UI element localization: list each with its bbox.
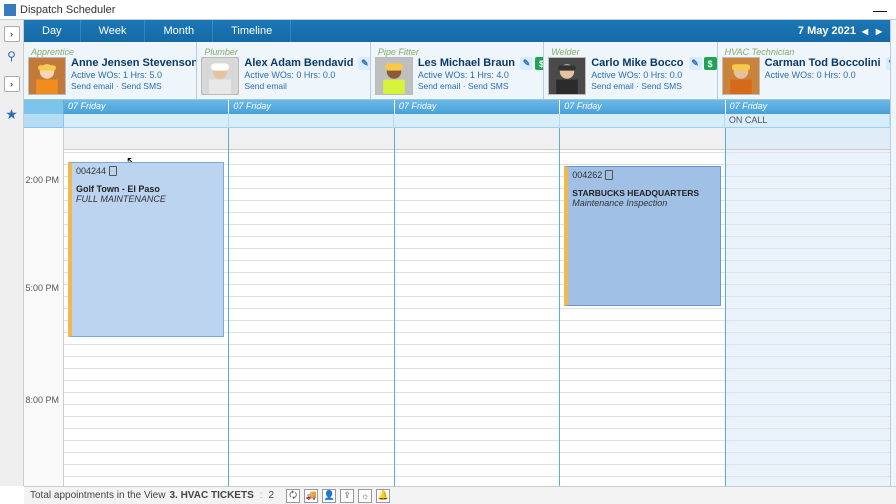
schedule-grid: 2:00 PM 5:00 PM 8:00 PM ↖ 004244 Golf To…	[24, 128, 890, 486]
tech-actions[interactable]: Send email · Send SMS	[71, 81, 192, 91]
role-label: Welder	[551, 47, 579, 57]
day-header: 07 Friday	[229, 100, 394, 114]
tech-stats: Active WOs: 1 Hrs: 5.0	[71, 70, 192, 80]
toolbar-date: 7 May 2021	[798, 25, 856, 37]
tech-stats: Active WOs: 1 Hrs: 4.0	[418, 70, 515, 80]
date-next-button[interactable]: ▶	[874, 27, 884, 36]
rail-expand-mid[interactable]: ›	[4, 76, 20, 92]
tech-stats: Active WOs: 0 Hrs: 0.0	[591, 70, 683, 80]
rail-expand-top[interactable]: ›	[4, 26, 20, 42]
avatar	[201, 57, 239, 95]
time-label: 2:00 PM	[25, 175, 59, 185]
favorites-icon[interactable]: ★	[4, 106, 20, 122]
appointment-block[interactable]: 004262 STARBUCKS HEADQUARTERS Maintenanc…	[564, 166, 720, 306]
schedule-column[interactable]	[229, 128, 394, 486]
rate-icon[interactable]: $	[704, 57, 717, 70]
view-timeline-button[interactable]: Timeline	[213, 20, 291, 42]
app-icon	[4, 4, 16, 16]
time-label: 8:00 PM	[25, 395, 59, 405]
schedule-column[interactable]	[726, 128, 890, 486]
appointment-desc: FULL MAINTENANCE	[76, 194, 219, 204]
technician-card[interactable]: Plumber Alex Adam Bendavid Active WOs: 0…	[197, 42, 370, 99]
phone-icon	[605, 170, 613, 180]
day-header: 07 Friday	[560, 100, 725, 114]
note-icon[interactable]: ✎	[520, 57, 533, 70]
phone-icon	[109, 166, 117, 176]
status-refresh-icon[interactable]: 🗘	[286, 489, 300, 503]
status-export-icon[interactable]: ⇪	[340, 489, 354, 503]
role-label: HVAC Technician	[725, 47, 795, 57]
minimize-button[interactable]: —	[868, 3, 892, 17]
oncall-cell[interactable]: ON CALL	[725, 114, 890, 128]
status-bar: Total appointments in the View 3. HVAC T…	[24, 486, 896, 504]
tech-name: Alex Adam Bendavid	[244, 57, 353, 69]
view-month-button[interactable]: Month	[145, 20, 213, 42]
appointment-block[interactable]: 004244 Golf Town - El Paso FULL MAINTENA…	[68, 162, 224, 337]
oncall-cell[interactable]	[560, 114, 725, 128]
schedule-column[interactable]: 004262 STARBUCKS HEADQUARTERS Maintenanc…	[560, 128, 725, 486]
rate-icon[interactable]: $	[535, 57, 544, 70]
technician-header-row: Apprentice Anne Jensen Stevenson Active …	[24, 42, 890, 100]
tech-actions[interactable]: Send email	[244, 81, 353, 91]
schedule-column[interactable]: ↖ 004244 Golf Town - El Paso FULL MAINTE…	[64, 128, 229, 486]
role-label: Pipe Fitter	[378, 47, 419, 57]
appointment-number: 004244	[76, 166, 106, 176]
oncall-cell[interactable]	[394, 114, 559, 128]
tech-name: Carlo Mike Bocco	[591, 57, 683, 69]
view-week-button[interactable]: Week	[81, 20, 146, 42]
avatar	[375, 57, 413, 95]
tech-stats: Active WOs: 0 Hrs: 0.0	[765, 70, 881, 80]
view-day-button[interactable]: Day	[24, 20, 81, 42]
status-section: 3. HVAC TICKETS	[169, 490, 253, 501]
role-label: Plumber	[204, 47, 238, 57]
appointment-desc: Maintenance Inspection	[572, 198, 715, 208]
tech-stats: Active WOs: 0 Hrs: 0.0	[244, 70, 353, 80]
title-bar: Dispatch Scheduler —	[0, 0, 896, 20]
status-count: 2	[269, 490, 275, 501]
status-label: Total appointments in the View	[30, 490, 165, 501]
status-settings-icon[interactable]: ☼	[358, 489, 372, 503]
day-header: 07 Friday	[726, 100, 890, 114]
date-prev-button[interactable]: ◀	[860, 27, 870, 36]
schedule-column[interactable]	[395, 128, 560, 486]
day-header: 07 Friday	[64, 100, 229, 114]
note-icon[interactable]: ✎	[689, 57, 702, 70]
day-header-row: 07 Friday 07 Friday 07 Friday 07 Friday …	[24, 100, 890, 114]
status-truck-icon[interactable]: 🚚	[304, 489, 318, 503]
tech-name: Carman Tod Boccolini	[765, 57, 881, 69]
tech-actions[interactable]: Send email · Send SMS	[418, 81, 515, 91]
view-toolbar: Day Week Month Timeline 7 May 2021 ◀ ▶	[24, 20, 890, 42]
note-icon[interactable]: ✎	[358, 57, 370, 70]
oncall-cell[interactable]	[64, 114, 229, 128]
status-user-icon[interactable]: 👤	[322, 489, 336, 503]
oncall-row: ON CALL	[24, 114, 890, 128]
right-rail	[890, 20, 896, 486]
tech-name: Anne Jensen Stevenson	[71, 57, 192, 69]
appointment-location: Golf Town - El Paso	[76, 184, 219, 194]
technician-card[interactable]: HVAC Technician Carman Tod Boccolini Act…	[718, 42, 890, 99]
appointment-number: 004262	[572, 170, 602, 180]
appointment-location: STARBUCKS HEADQUARTERS	[572, 188, 715, 198]
avatar	[28, 57, 66, 95]
status-bell-icon[interactable]: 🔔	[376, 489, 390, 503]
technician-card[interactable]: Pipe Fitter Les Michael Braun Active WOs…	[371, 42, 544, 99]
window-title: Dispatch Scheduler	[20, 4, 115, 16]
avatar	[548, 57, 586, 95]
technician-card[interactable]: Welder Carlo Mike Bocco Active WOs: 0 Hr…	[544, 42, 717, 99]
time-label: 5:00 PM	[25, 283, 59, 293]
technician-card[interactable]: Apprentice Anne Jensen Stevenson Active …	[24, 42, 197, 99]
left-rail: › ⚲ › ★	[0, 20, 24, 486]
time-gutter: 2:00 PM 5:00 PM 8:00 PM	[24, 128, 64, 486]
rail-pin-icon[interactable]: ⚲	[4, 48, 20, 64]
oncall-cell[interactable]	[229, 114, 394, 128]
avatar	[722, 57, 760, 95]
tech-actions[interactable]: Send email · Send SMS	[591, 81, 683, 91]
role-label: Apprentice	[31, 47, 74, 57]
day-header: 07 Friday	[395, 100, 560, 114]
tech-name: Les Michael Braun	[418, 57, 515, 69]
